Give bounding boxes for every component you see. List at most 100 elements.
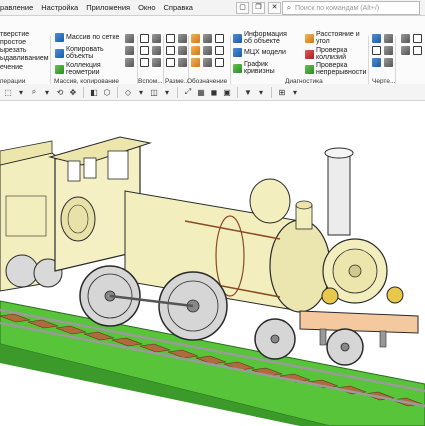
window-controls: ▢ ❐ ✕: [236, 2, 281, 14]
zoom-icon[interactable]: ⌕: [29, 87, 39, 97]
section-button[interactable]: ечение: [0, 64, 23, 71]
rotate-icon[interactable]: ⟲: [55, 87, 65, 97]
measure-icon[interactable]: ⊞: [277, 87, 287, 97]
weld-icon[interactable]: [203, 46, 212, 55]
diameter-dim-icon[interactable]: [178, 46, 187, 55]
search-icon: ⌕: [286, 3, 292, 12]
transform-icon[interactable]: [125, 58, 134, 67]
close-doc-icon[interactable]: ✕: [268, 2, 281, 14]
geometry-collection-icon: [55, 64, 64, 74]
search-input[interactable]: Поиск по командам (Alt+/): [295, 5, 379, 12]
hide-icon[interactable]: ◫: [149, 87, 159, 97]
designation-tools: [191, 34, 224, 67]
hole-button[interactable]: тверстие простое: [0, 31, 50, 47]
pan-icon[interactable]: ✥: [68, 87, 78, 97]
curvature-label: График кривизны: [244, 61, 275, 75]
visibility-menu-icon[interactable]: ▾: [162, 87, 172, 97]
copy-objects-label: Копировать объекты: [66, 46, 104, 60]
menu-window[interactable]: Окно: [134, 3, 159, 12]
object-info-button[interactable]: Информация об объекте: [233, 31, 296, 45]
zoom-dropdown-icon[interactable]: ▾: [16, 87, 26, 97]
axis-icon[interactable]: [152, 34, 161, 43]
geometry-collection-button[interactable]: Коллекция геометрии: [55, 62, 114, 76]
view-toolbar: ⬚ ▾ ⌕ ▾ ⟲ ✥ ◧ ⬡ ◇ ▾ ◫ ▾ ⤢ ▦ ◼ ▣ ▼ ▾ ⊞ ▾: [0, 84, 425, 101]
mirror-icon[interactable]: [125, 34, 134, 43]
fit-icon[interactable]: ⤢: [183, 87, 193, 97]
array-extra-tools: [125, 34, 134, 67]
collision-icon: [305, 49, 314, 59]
extra-tools: [401, 34, 422, 55]
distance-angle-button[interactable]: Расстояние и угол: [305, 31, 372, 45]
cut-extrude-label: ырезать ыдавливанием: [0, 47, 49, 62]
linear-dim-icon[interactable]: [166, 34, 175, 43]
table-icon[interactable]: [215, 58, 224, 67]
sheet-icon[interactable]: [372, 46, 381, 55]
toolbar-separator: [271, 86, 272, 98]
tolerance-icon[interactable]: [191, 46, 200, 55]
wireframe-icon[interactable]: ▣: [222, 87, 232, 97]
menu-settings[interactable]: Настройка: [37, 3, 82, 12]
thread-icon[interactable]: [191, 58, 200, 67]
filter-menu-icon[interactable]: ▾: [256, 87, 266, 97]
restore-icon[interactable]: ❐: [252, 2, 265, 14]
spec-icon[interactable]: [384, 46, 393, 55]
grid-array-button[interactable]: Массив по сетке: [55, 33, 119, 42]
curvature-graph-button[interactable]: График кривизны: [233, 61, 286, 75]
copy-objects-button[interactable]: Копировать объекты: [55, 46, 114, 60]
roughness-icon[interactable]: [191, 34, 200, 43]
cut-extrude-button[interactable]: ырезать ыдавливанием: [0, 47, 50, 63]
point-icon[interactable]: [140, 46, 149, 55]
continuity-check-button[interactable]: Проверка непрерывности: [305, 62, 374, 76]
section-view-icon[interactable]: ▾: [136, 87, 146, 97]
settings-icon[interactable]: [401, 34, 410, 43]
aux-line-icon[interactable]: [140, 58, 149, 67]
base-icon[interactable]: [215, 34, 224, 43]
mass-properties-label: МЦХ модели: [244, 49, 286, 56]
radial-dim-icon[interactable]: [166, 46, 175, 55]
layers-icon[interactable]: [413, 34, 422, 43]
macro-icon[interactable]: [413, 46, 422, 55]
shading-icon[interactable]: ◼: [209, 87, 219, 97]
plane-icon[interactable]: [140, 34, 149, 43]
locomotive-model: [0, 136, 425, 426]
grid-array-icon: [55, 33, 64, 42]
auto-dim-icon[interactable]: [178, 58, 187, 67]
measure-menu-icon[interactable]: ▾: [290, 87, 300, 97]
export-icon[interactable]: [384, 58, 393, 67]
toolbar-separator: [117, 86, 118, 98]
toolbar-separator: [177, 86, 178, 98]
bom-icon[interactable]: [372, 58, 381, 67]
model-viewport[interactable]: [0, 101, 425, 426]
marking-icon[interactable]: [215, 46, 224, 55]
zoom-menu-icon[interactable]: ▾: [42, 87, 52, 97]
select-icon[interactable]: ⬚: [3, 87, 13, 97]
angular-dim-icon[interactable]: [178, 34, 187, 43]
drawing-icon[interactable]: [372, 34, 381, 43]
cs-icon[interactable]: [152, 46, 161, 55]
collision-label: Проверка коллизий: [316, 47, 348, 61]
distance-label: Расстояние и угол: [316, 31, 360, 45]
pattern-icon[interactable]: [125, 46, 134, 55]
chimney: [249, 147, 354, 236]
grid-icon[interactable]: ▦: [196, 87, 206, 97]
display-style-icon[interactable]: ◧: [89, 87, 99, 97]
mass-properties-button[interactable]: МЦХ модели: [233, 48, 286, 57]
orientation-icon[interactable]: ⬡: [102, 87, 112, 97]
view-icon[interactable]: [384, 34, 393, 43]
perspective-icon[interactable]: ◇: [123, 87, 133, 97]
distance-icon: [305, 33, 314, 43]
new-doc-icon[interactable]: ▢: [236, 2, 249, 14]
leader-icon[interactable]: [203, 34, 212, 43]
menu-edit[interactable]: правление: [0, 3, 37, 12]
text-icon[interactable]: [203, 58, 212, 67]
tender: [0, 140, 63, 292]
aux-plane-icon[interactable]: [152, 58, 161, 67]
menu-applications[interactable]: Приложения: [82, 3, 134, 12]
command-search[interactable]: ⌕ Поиск по командам (Alt+/): [282, 1, 420, 15]
library-icon[interactable]: [401, 46, 410, 55]
drawing-tools: [372, 34, 393, 67]
filter-icon[interactable]: ▼: [243, 87, 253, 97]
arc-dim-icon[interactable]: [166, 58, 175, 67]
collision-check-button[interactable]: Проверка коллизий: [305, 47, 366, 61]
menu-help[interactable]: Справка: [160, 3, 197, 12]
